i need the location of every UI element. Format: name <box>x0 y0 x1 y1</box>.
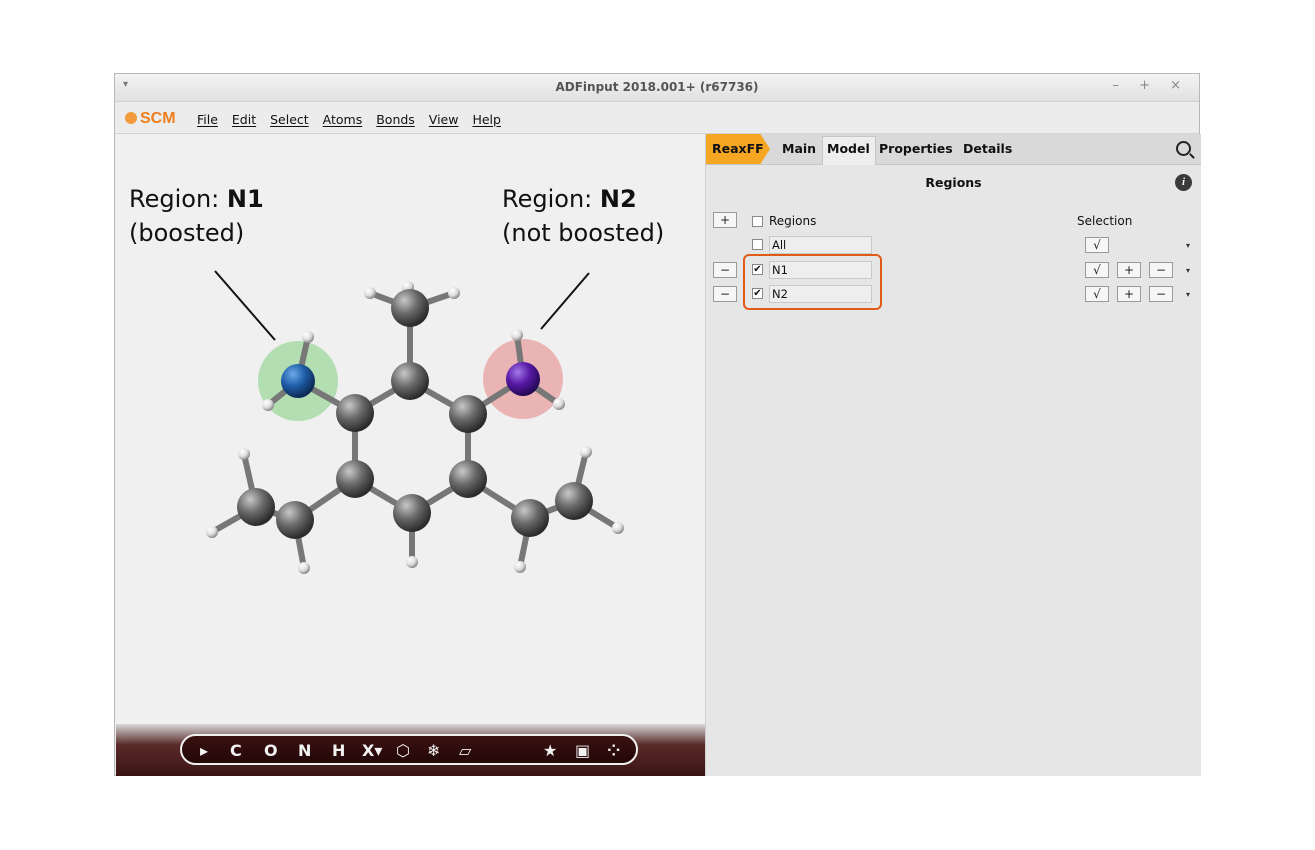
fit-view-icon[interactable]: ▣ <box>575 741 590 760</box>
menu-bonds[interactable]: Bonds <box>376 112 415 127</box>
molecules-icon[interactable]: ⁘ <box>607 741 620 760</box>
menu-items: File Edit Select Atoms Bonds View Help <box>197 112 511 127</box>
settings-panel: ReaxFF Main Model Properties Details Reg… <box>705 134 1201 776</box>
region-n1-select-button[interactable]: √ <box>1085 262 1109 278</box>
window-controls[interactable]: – + × <box>1112 78 1189 93</box>
nitrogen-n1 <box>281 364 315 398</box>
freeze-tool-icon[interactable]: ❄ <box>427 741 440 760</box>
remove-region-n2-button[interactable]: − <box>713 286 737 302</box>
ring-tool-icon[interactable]: ⬡ <box>396 741 410 760</box>
highlight-box <box>743 254 882 310</box>
panel-tabs: ReaxFF Main Model Properties Details <box>706 134 1201 165</box>
app-window: ▾ ADFinput 2018.001+ (r67736) – + × SCM … <box>114 73 1201 776</box>
scm-logo-icon <box>125 112 137 124</box>
atoms <box>206 281 624 574</box>
regions-label: Regions <box>769 214 817 228</box>
menu-atoms[interactable]: Atoms <box>323 112 363 127</box>
oxygen-tool[interactable]: O <box>264 741 278 760</box>
selection-label: Selection <box>1077 214 1133 228</box>
menu-select[interactable]: Select <box>270 112 309 127</box>
region-n2-dropdown-icon[interactable]: ▾ <box>1186 290 1190 299</box>
region-all-select-button[interactable]: √ <box>1085 237 1109 253</box>
menu-edit[interactable]: Edit <box>232 112 256 127</box>
other-element-tool[interactable]: X▾ <box>362 741 382 760</box>
region-n1-dropdown-icon[interactable]: ▾ <box>1186 266 1190 275</box>
title-bar[interactable]: ▾ ADFinput 2018.001+ (r67736) – + × <box>115 74 1199 102</box>
tab-model[interactable]: Model <box>827 141 870 156</box>
regions-checkbox[interactable] <box>752 216 763 227</box>
menu-file[interactable]: File <box>197 112 218 127</box>
plane-tool-icon[interactable]: ▱ <box>459 741 471 760</box>
molecule-viewport[interactable]: Region: N1 (boosted) Region: N2 (not boo… <box>116 134 705 776</box>
tab-properties[interactable]: Properties <box>879 141 953 156</box>
region-n2-select-button[interactable]: √ <box>1085 286 1109 302</box>
select-tool-icon[interactable]: ▸ <box>200 741 208 760</box>
region-all-checkbox[interactable] <box>752 239 763 250</box>
region-all-name[interactable]: All <box>769 236 872 254</box>
region-n2-add-button[interactable]: + <box>1117 286 1141 302</box>
favorites-icon[interactable]: ★ <box>543 741 557 760</box>
add-region-button[interactable]: + <box>713 212 737 228</box>
search-icon[interactable] <box>1176 141 1191 156</box>
region-n1-add-button[interactable]: + <box>1117 262 1141 278</box>
nitrogen-n2 <box>506 362 540 396</box>
nitrogen-tool[interactable]: N <box>298 741 311 760</box>
region-n1-remove-button[interactable]: − <box>1149 262 1173 278</box>
scm-logo[interactable]: SCM <box>125 110 176 128</box>
section-title: Regions <box>925 175 982 190</box>
tab-main[interactable]: Main <box>782 141 816 156</box>
menu-bar: SCM File Edit Select Atoms Bonds View He… <box>115 102 1199 134</box>
atom-toolbar: ▸ C O N H X▾ ⬡ ❄ ▱ ★ ▣ ⁘ <box>180 734 638 765</box>
pointer-line-n1 <box>214 270 276 341</box>
tab-details[interactable]: Details <box>963 141 1012 156</box>
region-all-dropdown-icon[interactable]: ▾ <box>1186 241 1190 250</box>
remove-region-n1-button[interactable]: − <box>713 262 737 278</box>
molecule-render[interactable] <box>116 134 705 724</box>
info-icon[interactable]: i <box>1175 174 1192 191</box>
logo-text: SCM <box>140 110 176 127</box>
pointer-line-n2 <box>540 272 590 330</box>
tab-reaxff[interactable]: ReaxFF <box>712 141 764 156</box>
window-title: ADFinput 2018.001+ (r67736) <box>555 80 759 94</box>
carbon-tool[interactable]: C <box>230 741 242 760</box>
menu-view[interactable]: View <box>429 112 459 127</box>
menu-help[interactable]: Help <box>472 112 501 127</box>
region-n2-remove-button[interactable]: − <box>1149 286 1173 302</box>
hydrogen-tool[interactable]: H <box>332 741 345 760</box>
